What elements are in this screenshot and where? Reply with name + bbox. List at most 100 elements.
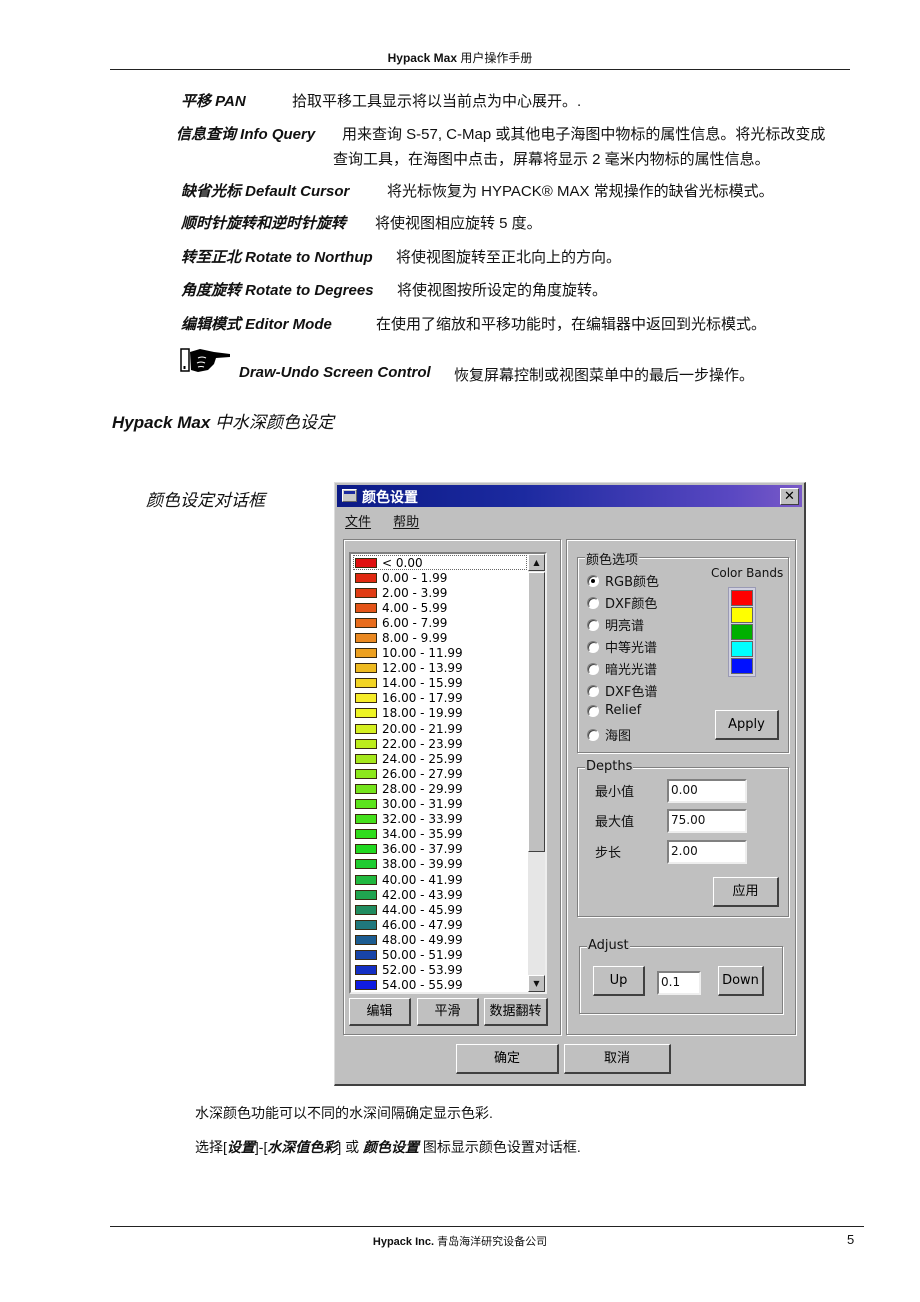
depth-list-item[interactable]: 48.00 - 49.99 [353, 932, 527, 947]
radio-indicator[interactable] [587, 728, 599, 741]
adjust-up-button[interactable]: Up [593, 966, 645, 996]
depth-list-item[interactable]: 38.00 - 39.99 [353, 857, 527, 872]
color-swatch [355, 859, 377, 870]
max-depth-input[interactable]: 75.00 [667, 809, 747, 833]
color-swatch [355, 693, 377, 704]
radio-indicator[interactable] [587, 662, 599, 675]
depth-range-label: 40.00 - 41.99 [382, 872, 463, 887]
depth-list-item[interactable]: 22.00 - 23.99 [353, 736, 527, 751]
depth-range-label: < 0.00 [382, 555, 423, 570]
depth-list-item[interactable]: 4.00 - 5.99 [353, 600, 527, 615]
depth-list-item[interactable]: 14.00 - 15.99 [353, 676, 527, 691]
depth-range-label: 30.00 - 31.99 [382, 797, 463, 812]
radio-indicator[interactable] [587, 618, 599, 631]
depth-list-item[interactable]: 8.00 - 9.99 [353, 630, 527, 645]
definition-term: 信息查询 Info Query [176, 126, 316, 143]
cancel-button[interactable]: 取消 [564, 1044, 671, 1074]
color-option-radio[interactable]: Relief [587, 703, 641, 718]
scroll-down-button[interactable]: ▼ [528, 975, 545, 992]
menu-file[interactable]: 文件 [345, 515, 371, 530]
depth-color-list[interactable]: < 0.00 0.00 - 1.99 2.00 - 3.99 4.00 - 5.99 6… [349, 552, 547, 994]
header-brand: Hypack Max [387, 51, 457, 65]
depth-list-item[interactable]: 16.00 - 17.99 [353, 691, 527, 706]
depth-range-label: 42.00 - 43.99 [382, 887, 463, 902]
depth-list-item[interactable]: 32.00 - 33.99 [353, 812, 527, 827]
depth-list-item[interactable]: 12.00 - 13.99 [353, 661, 527, 676]
depth-list-item[interactable]: 0.00 - 1.99 [353, 570, 527, 585]
depth-list-item[interactable]: 44.00 - 45.99 [353, 902, 527, 917]
dialog-title: 颜色设置 [362, 490, 418, 506]
smooth-button[interactable]: 平滑 [417, 998, 479, 1026]
adjust-value-input[interactable]: 0.1 [657, 971, 701, 995]
depth-list-item[interactable]: 10.00 - 11.99 [353, 646, 527, 661]
color-swatch [355, 965, 377, 976]
depth-list-item[interactable]: 20.00 - 21.99 [353, 721, 527, 736]
depth-list-item[interactable]: 50.00 - 51.99 [353, 947, 527, 962]
depth-range-label: 52.00 - 53.99 [382, 963, 463, 978]
definition-term: 顺时针旋转和逆时针旋转 [181, 215, 347, 232]
min-depth-label: 最小值 [595, 785, 635, 800]
depth-list-item[interactable]: 28.00 - 29.99 [353, 781, 527, 796]
scroll-up-button[interactable]: ▲ [528, 554, 545, 571]
color-swatch [355, 753, 377, 764]
dialog-titlebar[interactable]: 颜色设置 ✕ [337, 485, 802, 507]
depth-list-item[interactable]: 54.00 - 55.99 [353, 978, 527, 992]
adjust-down-button[interactable]: Down [718, 966, 764, 996]
color-swatch [355, 663, 377, 674]
color-option-radio[interactable]: 明亮谱 [587, 615, 644, 634]
window-menu-icon[interactable] [342, 489, 357, 502]
menu-help[interactable]: 帮助 [393, 515, 419, 530]
color-option-radio[interactable]: 暗光光谱 [587, 659, 657, 678]
depth-list-item[interactable]: 24.00 - 25.99 [353, 751, 527, 766]
radio-label: DXF色谱 [605, 685, 658, 700]
radio-indicator[interactable] [587, 684, 599, 697]
depth-list-item[interactable]: 18.00 - 19.99 [353, 706, 527, 721]
pointing-hand-icon [180, 348, 230, 372]
color-option-radio[interactable]: DXF色谱 [587, 681, 657, 700]
depth-list-item[interactable]: 34.00 - 35.99 [353, 827, 527, 842]
radio-indicator[interactable] [587, 596, 599, 609]
depth-list-item[interactable]: 6.00 - 7.99 [353, 615, 527, 630]
min-depth-input[interactable]: 0.00 [667, 779, 747, 803]
depth-list-item[interactable]: 36.00 - 37.99 [353, 842, 527, 857]
apply-color-button[interactable]: Apply [715, 710, 779, 740]
page-number: 5 [847, 1232, 855, 1247]
depth-range-label: 50.00 - 51.99 [382, 947, 463, 962]
depth-list-item[interactable]: 26.00 - 27.99 [353, 766, 527, 781]
depth-list-item[interactable]: 2.00 - 3.99 [353, 585, 527, 600]
color-option-radio[interactable]: 海图 [587, 725, 631, 744]
step-input[interactable]: 2.00 [667, 840, 747, 864]
color-option-radio[interactable]: RGB颜色 [587, 571, 659, 590]
depth-list-item[interactable]: < 0.00 [353, 555, 527, 571]
color-option-radio[interactable]: 中等光谱 [587, 637, 657, 656]
depth-list-items: < 0.00 0.00 - 1.99 2.00 - 3.99 4.00 - 5.99 6… [353, 555, 527, 992]
radio-indicator[interactable] [587, 704, 599, 717]
depth-list-item[interactable]: 52.00 - 53.99 [353, 963, 527, 978]
depth-range-label: 34.00 - 35.99 [382, 827, 463, 842]
depth-range-label: 24.00 - 25.99 [382, 751, 463, 766]
depth-list-item[interactable]: 40.00 - 41.99 [353, 872, 527, 887]
color-swatch [355, 844, 377, 855]
radio-indicator[interactable] [587, 574, 599, 587]
depth-range-label: 28.00 - 29.99 [382, 781, 463, 796]
note-desc: 恢复屏幕控制或视图菜单中的最后一步操作。 [454, 367, 755, 384]
depth-list-item[interactable]: 46.00 - 47.99 [353, 917, 527, 932]
color-swatch [355, 617, 377, 628]
menu-ref-settings: 设置 [226, 1139, 255, 1155]
color-swatch [355, 708, 377, 719]
color-swatch [355, 889, 377, 900]
depth-list-item[interactable]: 42.00 - 43.99 [353, 887, 527, 902]
depth-list-item[interactable]: 30.00 - 31.99 [353, 797, 527, 812]
apply-depths-button[interactable]: 应用 [713, 877, 779, 907]
scroll-thumb[interactable] [528, 572, 545, 852]
invert-data-button[interactable]: 数据翻转 [484, 998, 548, 1026]
ok-button[interactable]: 确定 [456, 1044, 559, 1074]
edit-button[interactable]: 编辑 [349, 998, 411, 1026]
header-divider [110, 69, 850, 70]
color-option-radio[interactable]: DXF颜色 [587, 593, 657, 612]
definition-term: 角度旋转 Rotate to Degrees [181, 282, 374, 299]
radio-indicator[interactable] [587, 640, 599, 653]
close-button[interactable]: ✕ [780, 488, 799, 505]
color-band [731, 607, 753, 623]
list-scrollbar[interactable]: ▲ ▼ [528, 554, 545, 992]
